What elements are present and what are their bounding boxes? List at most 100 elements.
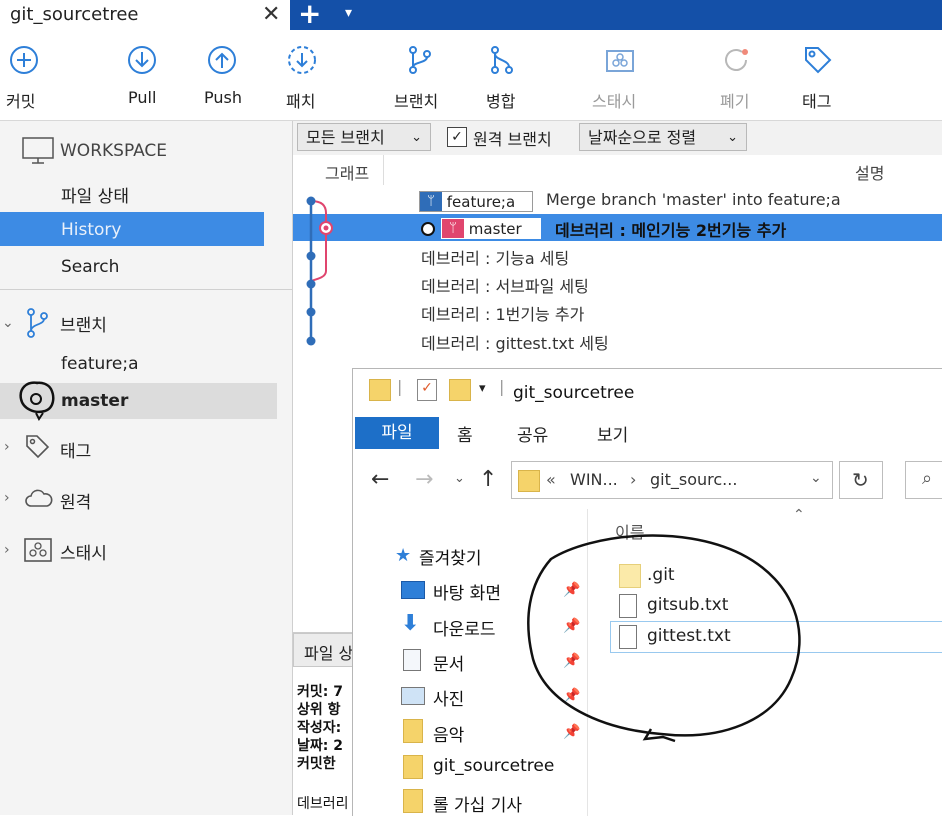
commit-graph: [306, 196, 333, 346]
new-folder-icon[interactable]: [449, 379, 471, 401]
sidebar-item-search[interactable]: Search: [61, 257, 119, 277]
commit-message[interactable]: 데브러리 : 서브파일 세팅: [421, 273, 589, 297]
stashes-expand-chevron-icon[interactable]: ›: [4, 542, 10, 558]
ribbon-tab-home[interactable]: 홈: [457, 421, 473, 446]
ribbon-tab-share[interactable]: 공유: [517, 421, 548, 446]
push-icon: [208, 46, 236, 74]
branch-icon: ᛘ: [420, 192, 442, 211]
description-column-header[interactable]: 설명: [855, 160, 884, 184]
detail-message: 데브러리: [297, 796, 349, 812]
ribbon-tab-view[interactable]: 보기: [597, 421, 628, 446]
properties-icon[interactable]: ✓: [417, 379, 437, 401]
back-arrow-icon[interactable]: ←: [371, 467, 389, 492]
sidebar-branch-feature[interactable]: feature;a: [61, 354, 139, 374]
qat-dropdown-chevron-icon[interactable]: ▾: [479, 381, 486, 396]
nav-desktop[interactable]: 바탕 화면: [433, 579, 501, 604]
stash-icon: [24, 538, 52, 562]
commit-message[interactable]: 데브러리 : gittest.txt 세팅: [421, 330, 609, 354]
address-bar[interactable]: « WIN... › git_sourc... ⌄: [511, 461, 833, 499]
sidebar-item-history[interactable]: History: [61, 220, 121, 240]
folder-icon: [403, 789, 423, 813]
address-overflow[interactable]: «: [546, 470, 556, 489]
nav-git-sourcetree[interactable]: git_sourcetree: [433, 756, 554, 776]
commit-message[interactable]: 데브러리 : 1번기능 추가: [421, 301, 584, 325]
folder-icon: [403, 719, 423, 743]
close-tab-icon[interactable]: ✕: [262, 2, 280, 27]
detail-committer: 커밋한: [297, 756, 336, 772]
tags-header[interactable]: 태그: [60, 437, 91, 462]
search-box[interactable]: ⌕: [905, 461, 942, 499]
recent-locations-chevron-icon[interactable]: ⌄: [454, 471, 465, 486]
commit-message[interactable]: Merge branch 'master' into feature;a: [546, 190, 841, 209]
sidebar-item-file-status[interactable]: 파일 상태: [61, 182, 129, 207]
commit-message[interactable]: 데브러리 : 기능a 세팅: [421, 245, 569, 269]
nav-quick-access[interactable]: 즐겨찾기: [419, 544, 482, 569]
sidebar-branch-master[interactable]: master: [61, 391, 128, 411]
commit-icon: [10, 46, 38, 74]
branch-badge-label: master: [468, 220, 522, 238]
stashes-header[interactable]: 스태시: [60, 539, 107, 564]
branch-icon: [27, 308, 48, 338]
sidebar: WORKSPACE 파일 상태 History Search ⌄ 브랜치 fea…: [0, 121, 293, 815]
monitor-icon: [22, 137, 54, 164]
branch-icon: ᛘ: [442, 219, 464, 238]
branch-filter-dropdown[interactable]: 모든 브랜치 ⌄: [297, 123, 431, 151]
history-filter-bar: 모든 브랜치 ⌄ ✓ 원격 브랜치 날짜순으로 정렬 ⌄: [293, 121, 942, 155]
document-icon: [403, 649, 421, 671]
file-status-tab-label: 파일 상: [304, 644, 354, 663]
detail-date: 날짜: 2: [297, 738, 343, 754]
folder-icon: [518, 470, 540, 492]
commit-node: [306, 307, 316, 317]
branch-badge-feature[interactable]: ᛘ feature;a: [419, 191, 533, 212]
remotes-expand-chevron-icon[interactable]: ›: [4, 490, 10, 506]
remotes-header[interactable]: 원격: [60, 488, 91, 513]
nav-pictures[interactable]: 사진: [433, 685, 464, 710]
tags-expand-chevron-icon[interactable]: ›: [4, 439, 10, 455]
explorer-title: git_sourcetree: [513, 383, 635, 403]
refresh-button[interactable]: ↻: [839, 461, 883, 499]
detail-commit: 커밋: 7: [297, 684, 343, 700]
commit-message-selected[interactable]: 데브러리 : 메인기능 2번기능 추가: [555, 217, 786, 241]
pull-icon: [128, 46, 156, 74]
commit-node: [306, 336, 316, 346]
commit-node: [306, 251, 316, 261]
address-crumb[interactable]: git_sourc...: [650, 470, 737, 489]
address-dropdown-chevron-icon[interactable]: ⌄: [810, 470, 822, 486]
nav-folder[interactable]: 롤 가십 기사: [433, 791, 522, 816]
chevron-down-icon: ⌄: [411, 130, 422, 145]
search-icon: ⌕: [922, 468, 933, 489]
column-divider: [383, 155, 384, 185]
branch-icon: [409, 46, 431, 74]
nav-music[interactable]: 음악: [433, 721, 464, 746]
commit-node: [306, 279, 316, 289]
address-crumb[interactable]: WIN...: [570, 470, 618, 489]
sort-dropdown[interactable]: 날짜순으로 정렬 ⌄: [579, 123, 747, 151]
history-column-header: 그래프 설명: [293, 155, 942, 186]
detail-parent: 상위 항: [297, 702, 341, 718]
remote-branches-checkbox[interactable]: ✓: [447, 127, 467, 147]
nav-downloads[interactable]: 다운로드: [433, 615, 496, 640]
nav-documents[interactable]: 문서: [433, 650, 464, 675]
remote-branches-label: 원격 브랜치: [473, 130, 552, 149]
tab-menu-chevron-icon[interactable]: ▾: [345, 5, 352, 21]
current-head-indicator-icon: [421, 222, 435, 236]
hand-drawn-circle-annotation: [19, 381, 55, 421]
sort-ascending-chevron-icon: ⌃: [793, 507, 805, 523]
branches-header[interactable]: 브랜치: [60, 311, 107, 336]
file-explorer-window: | ✓ ▾ | git_sourcetree 파일 홈 공유 보기 ← → ⌄ …: [352, 368, 942, 816]
branches-expand-chevron-icon[interactable]: ⌄: [2, 315, 14, 331]
qat-separator: |: [397, 377, 403, 396]
ribbon-tab-file[interactable]: 파일: [355, 417, 439, 449]
up-arrow-icon[interactable]: ↑: [479, 467, 497, 492]
new-tab-icon[interactable]: +: [298, 0, 321, 30]
branch-badge-label: feature;a: [446, 193, 516, 211]
folder-icon: [369, 379, 391, 401]
branch-badge-master[interactable]: ᛘ master: [441, 218, 541, 239]
hand-drawn-loop-annotation: [527, 534, 801, 743]
chevron-down-icon: ⌄: [727, 130, 738, 145]
desktop-icon: [401, 581, 425, 599]
graph-column-header[interactable]: 그래프: [325, 160, 369, 184]
forward-arrow-icon[interactable]: →: [415, 467, 433, 492]
sidebar-divider: [0, 289, 292, 290]
sidebar-item-history-highlight: [0, 212, 264, 246]
